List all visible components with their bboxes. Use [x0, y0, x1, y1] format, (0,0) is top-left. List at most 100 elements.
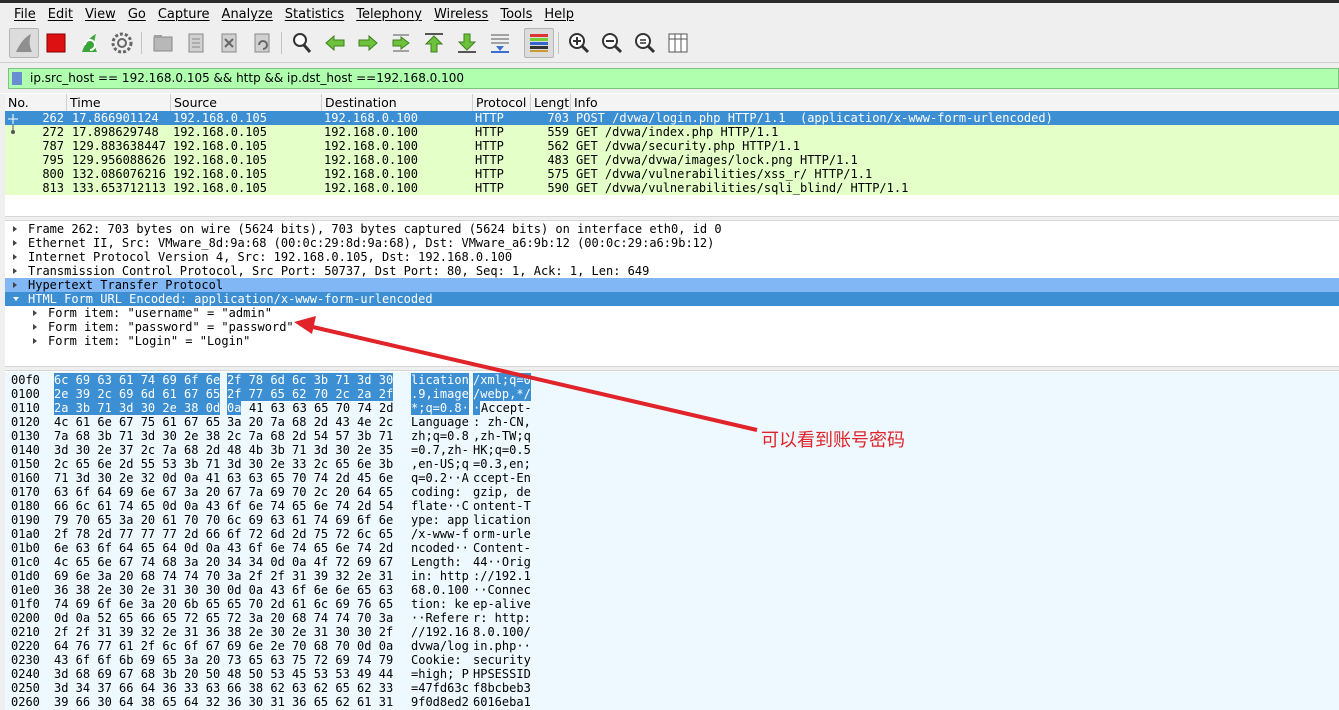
- start-capture-button[interactable]: [9, 28, 39, 58]
- menu-help[interactable]: Help: [538, 7, 580, 22]
- collapsed-arrow-icon[interactable]: [13, 268, 17, 274]
- menu-tools[interactable]: Tools: [494, 7, 538, 22]
- menu-analyze[interactable]: Analyze: [216, 7, 279, 22]
- pane-splitter-top[interactable]: [5, 216, 1339, 221]
- bookmark-icon[interactable]: [12, 72, 22, 85]
- packet-cell-dst: 192.168.0.100: [324, 153, 418, 167]
- packet-row[interactable]: 800 132.086076216 192.168.0.105 192.168.0.1…: [5, 167, 1339, 181]
- detail-tree-item[interactable]: Form item: "Login" = "Login": [5, 334, 1339, 348]
- ascii-right: security: [473, 653, 531, 667]
- byte-offset: 0250: [11, 681, 40, 695]
- menu-statistics[interactable]: Statistics: [279, 7, 350, 22]
- collapsed-arrow-icon[interactable]: [13, 254, 17, 260]
- menu-view[interactable]: View: [79, 7, 122, 22]
- display-filter-text[interactable]: ip.src_host == 192.168.0.105 && http && …: [30, 71, 464, 85]
- detail-tree-item[interactable]: Internet Protocol Version 4, Src: 192.16…: [5, 250, 1339, 264]
- zoom-in-button[interactable]: [564, 28, 594, 58]
- expanded-arrow-icon[interactable]: [13, 297, 19, 301]
- column-header-source[interactable]: Source: [171, 94, 322, 111]
- packet-cell-proto: HTTP: [475, 181, 504, 195]
- menu-capture[interactable]: Capture: [152, 7, 216, 22]
- go-to-packet-button[interactable]: [386, 28, 416, 58]
- packet-cell-src: 192.168.0.105: [173, 139, 267, 153]
- ascii-left: Language: [411, 415, 469, 429]
- collapsed-arrow-icon[interactable]: [13, 282, 17, 288]
- column-header-time[interactable]: Time: [67, 94, 171, 111]
- ascii-left: Length:: [411, 555, 469, 569]
- hex-bytes-right: 72 3a 20 68 74 74 70 3a: [227, 611, 394, 625]
- packet-cell-src: 192.168.0.105: [173, 111, 267, 125]
- ascii-right: /webp,*/: [473, 387, 531, 401]
- zoom-out-icon: [602, 33, 623, 54]
- stop-capture-button[interactable]: [41, 28, 71, 58]
- detail-tree-item[interactable]: Frame 262: 703 bytes on wire (5624 bits)…: [5, 222, 1339, 236]
- detail-tree-item[interactable]: Transmission Control Protocol, Src Port:…: [5, 264, 1339, 278]
- capture-options-button[interactable]: [107, 28, 137, 58]
- collapsed-arrow-icon[interactable]: [13, 240, 17, 246]
- go-back-button[interactable]: [320, 28, 350, 58]
- collapsed-arrow-icon[interactable]: [33, 338, 37, 344]
- ascii-right: 8.0.100/: [473, 625, 531, 639]
- packet-row[interactable]: 272 17.898629748 192.168.0.105 192.168.0.10…: [5, 125, 1339, 139]
- packet-cell-no: 787: [42, 139, 64, 153]
- ascii-left: coding:: [411, 485, 469, 499]
- menu-file[interactable]: File: [8, 7, 42, 22]
- resize-columns-button[interactable]: [663, 28, 693, 58]
- resize-columns-icon: [668, 33, 688, 53]
- detail-tree-item[interactable]: HTML Form URL Encoded: application/x-www…: [5, 292, 1339, 306]
- byte-offset: 0170: [11, 485, 40, 499]
- last-packet-button[interactable]: [452, 28, 482, 58]
- packet-row[interactable]: 813 133.653712113 192.168.0.105 192.168.0.1…: [5, 181, 1339, 195]
- save-file-button[interactable]: [181, 28, 211, 58]
- collapsed-arrow-icon[interactable]: [13, 226, 17, 232]
- packet-cell-dst: 192.168.0.100: [324, 167, 418, 181]
- restart-capture-button[interactable]: [74, 28, 104, 58]
- open-file-button[interactable]: [148, 28, 178, 58]
- zoom-normal-button[interactable]: [630, 28, 660, 58]
- detail-tree-item[interactable]: Form item: "password" = "password": [5, 320, 1339, 334]
- menu-telephony[interactable]: Telephony: [350, 7, 428, 22]
- ascii-left: 68.0.100: [411, 583, 469, 597]
- packet-row[interactable]: 262 17.866901124 192.168.0.105 192.168.0.10…: [5, 111, 1339, 125]
- hex-bytes-left: 2c 65 6e 2d 55 53 3b 71: [54, 457, 221, 471]
- zoom-out-button[interactable]: [597, 28, 627, 58]
- packet-row[interactable]: 787 129.883638447 192.168.0.105 192.168.0.1…: [5, 139, 1339, 153]
- detail-tree-item[interactable]: Form item: "username" = "admin": [5, 306, 1339, 320]
- ascii-left: in: http: [411, 569, 469, 583]
- auto-scroll-button[interactable]: [485, 28, 515, 58]
- find-packet-button[interactable]: [287, 28, 317, 58]
- detail-tree-item[interactable]: Ethernet II, Src: VMware_8d:9a:68 (00:0c…: [5, 236, 1339, 250]
- menu-wireless[interactable]: Wireless: [428, 7, 494, 22]
- column-header-destination[interactable]: Destination: [322, 94, 473, 111]
- close-file-button[interactable]: [214, 28, 244, 58]
- ascii-left: ··Refere: [411, 611, 469, 625]
- reload-file-button[interactable]: [247, 28, 277, 58]
- hex-bytes-left: 3d 30 2e 37 2c 7a 68 2d: [54, 443, 221, 457]
- close-file-icon: [221, 33, 237, 53]
- pane-splitter-bottom[interactable]: [5, 366, 1339, 371]
- collapsed-arrow-icon[interactable]: [33, 310, 37, 316]
- packet-list-header: No. Time Source Destination Protocol Len…: [5, 94, 1339, 112]
- column-header-info[interactable]: Info: [571, 94, 1339, 111]
- first-packet-button[interactable]: [419, 28, 449, 58]
- packet-cell-dst: 192.168.0.100: [324, 125, 418, 139]
- go-forward-button[interactable]: [353, 28, 383, 58]
- menu-edit[interactable]: Edit: [42, 7, 79, 22]
- menu-go[interactable]: Go: [122, 7, 152, 22]
- column-header-protocol[interactable]: Protocol: [473, 94, 531, 111]
- column-header-no[interactable]: No.: [5, 94, 67, 111]
- packet-row[interactable]: 795 129.956088626 192.168.0.105 192.168.0.1…: [5, 153, 1339, 167]
- byte-offset: 0140: [11, 443, 40, 457]
- detail-tree-item[interactable]: Hypertext Transfer Protocol: [5, 278, 1339, 292]
- hex-bytes-left: 79 70 65 3a 20 61 70 70: [54, 513, 221, 527]
- hex-bytes-right: 6c 69 63 61 74 69 6f 6e: [227, 513, 394, 527]
- display-filter-input[interactable]: ip.src_host == 192.168.0.105 && http && …: [8, 68, 1339, 89]
- hex-bytes-right: 63 63 65 70 74 2d 45 6e: [227, 471, 394, 485]
- column-header-length[interactable]: Length: [531, 94, 571, 111]
- hex-bytes-right-rest: 41 63 63 65 70 74 2d: [249, 401, 394, 415]
- ascii-right: : zh-CN,: [473, 415, 531, 429]
- colorize-button[interactable]: [524, 28, 554, 58]
- hex-bytes-left: 2f 2f 31 39 32 2e 31 36: [54, 625, 221, 639]
- collapsed-arrow-icon[interactable]: [33, 324, 37, 330]
- hex-bytes-right: 48 50 53 45 53 53 49 44: [227, 667, 394, 681]
